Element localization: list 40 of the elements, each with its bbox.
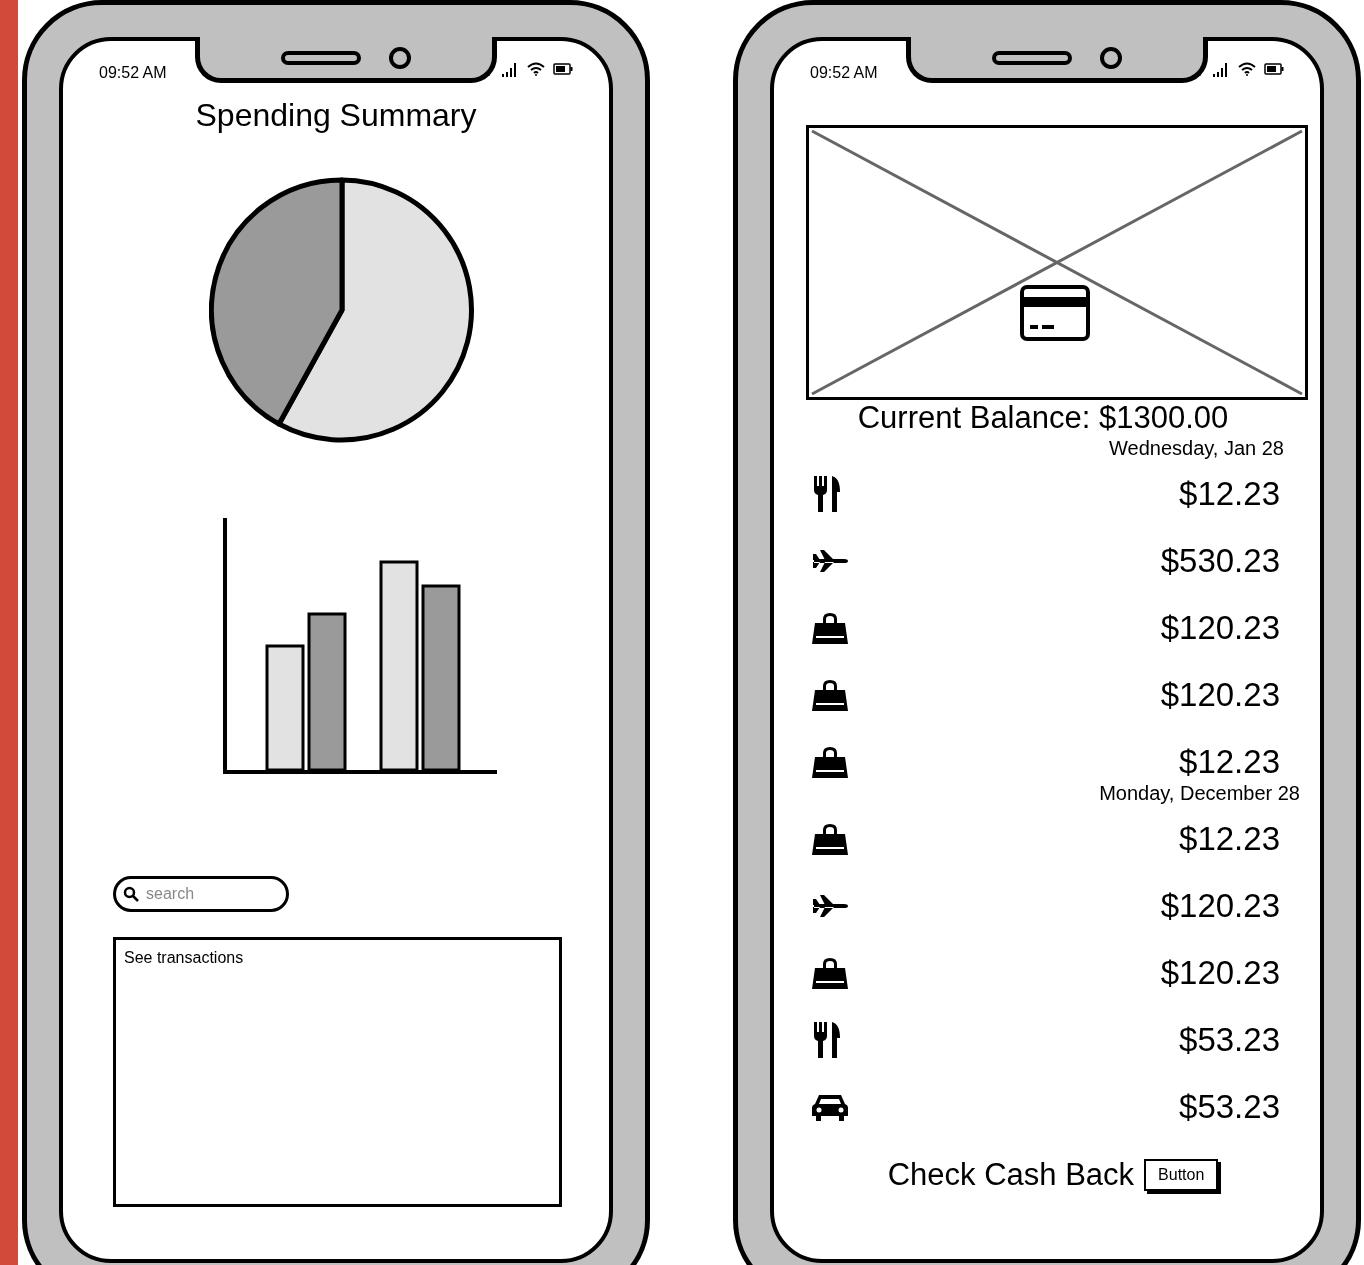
camera (1100, 46, 1122, 69)
camera (389, 46, 411, 69)
amount-text: $12.23 (1179, 473, 1280, 514)
shopping-bag-icon (812, 956, 848, 989)
date-heading: Monday, December 28 (1098, 781, 1300, 805)
shopping-bag-icon (812, 678, 848, 711)
amount-text: $53.23 (1179, 1086, 1280, 1127)
battery-icon (553, 63, 573, 75)
amount-text: $120.23 (1160, 885, 1280, 926)
amount-text: $120.23 (1160, 674, 1280, 715)
battery-icon (1264, 63, 1284, 75)
airplane-icon (812, 894, 848, 917)
screen-title: Spending Summary (194, 96, 478, 135)
status-time: 09:52 AM (810, 63, 878, 83)
amount-text: $12.23 (1179, 818, 1280, 859)
fork-knife-icon (812, 475, 842, 512)
search-icon (123, 886, 139, 902)
fork-knife-icon (812, 1021, 842, 1058)
shopping-bag-icon (812, 745, 848, 778)
balance-text: Current Balance: $1300.00 (856, 400, 1230, 436)
wifi-icon (527, 62, 545, 76)
amount-text: $53.23 (1179, 1019, 1280, 1060)
panel-label: See transactions (124, 949, 244, 966)
airplane-icon (812, 549, 848, 572)
credit-card-icon (1020, 285, 1090, 341)
signal-icon (1212, 61, 1230, 77)
cash-back-button[interactable]: Button (1144, 1159, 1219, 1192)
amount-text: $120.23 (1160, 952, 1280, 993)
shopping-bag-icon (812, 822, 848, 855)
shopping-bag-icon (812, 611, 848, 644)
amount-text: $12.23 (1179, 741, 1280, 782)
date-heading: Wednesday, Jan 28 (1108, 436, 1285, 460)
car-icon (812, 1092, 848, 1121)
amount-text: $530.23 (1160, 540, 1280, 581)
wifi-icon (1238, 62, 1256, 76)
search-field[interactable]: search (113, 876, 289, 912)
amount-text: $120.23 (1160, 607, 1280, 648)
signal-icon (501, 61, 519, 77)
status-time: 09:52 AM (99, 63, 167, 83)
cash-back-label: Check Cash Back (887, 1156, 1135, 1194)
